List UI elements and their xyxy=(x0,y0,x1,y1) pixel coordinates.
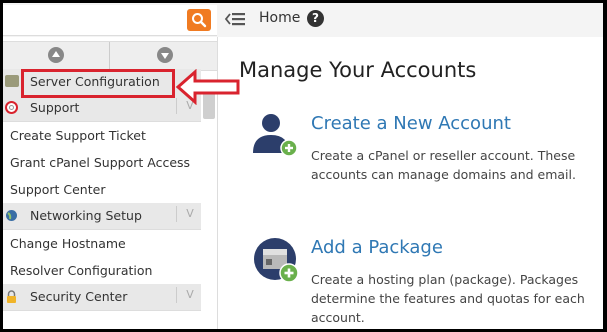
scroll-up-icon[interactable] xyxy=(48,47,64,63)
search-button[interactable] xyxy=(187,9,211,31)
sidebar-item-resolver-configuration[interactable]: Resolver Configuration xyxy=(3,257,201,284)
sidebar-section-networking[interactable]: Networking Setup V xyxy=(3,203,201,230)
sidebar-section-support[interactable]: Support V xyxy=(3,95,201,122)
page-title: Manage Your Accounts xyxy=(239,58,477,82)
sidebar-item-grant-support-access[interactable]: Grant cPanel Support Access xyxy=(3,149,201,176)
search-box xyxy=(3,5,217,36)
scroll-down-icon[interactable] xyxy=(157,47,173,63)
section-label: Networking Setup xyxy=(30,208,142,223)
sidebar-section-security[interactable]: Security Center V xyxy=(3,284,201,311)
app-frame: Home ? Server Configuration Support V Cr… xyxy=(3,3,603,329)
padlock-icon xyxy=(7,290,16,303)
highlight-annotation-box xyxy=(21,69,175,98)
support-lifebuoy-icon xyxy=(5,101,18,114)
add-user-icon xyxy=(253,114,298,157)
search-icon xyxy=(192,13,207,28)
red-arrow-annotation-icon xyxy=(175,69,240,105)
section-label: Security Center xyxy=(30,289,128,304)
chevron-down-icon[interactable]: V xyxy=(176,206,197,222)
create-account-link[interactable]: Create a New Account xyxy=(311,113,511,134)
sidebar-nav: Server Configuration Support V Create Su… xyxy=(3,69,201,311)
breadcrumb-home[interactable]: Home xyxy=(259,10,300,26)
sidebar-scroll-controls xyxy=(3,41,217,71)
section-label: Support xyxy=(30,100,80,115)
top-bar: Home ? xyxy=(3,3,603,37)
sidebar-item-support-center[interactable]: Support Center xyxy=(3,176,201,203)
sidebar-item-create-support-ticket[interactable]: Create Support Ticket xyxy=(3,122,201,149)
add-package-link[interactable]: Add a Package xyxy=(311,237,443,258)
help-icon[interactable]: ? xyxy=(307,10,324,27)
collapse-menu-icon[interactable] xyxy=(224,11,246,27)
globe-icon xyxy=(6,210,17,221)
add-package-description: Create a hosting plan (package). Package… xyxy=(311,272,585,325)
sidebar-item-change-hostname[interactable]: Change Hostname xyxy=(3,230,201,257)
divider xyxy=(109,42,110,70)
add-package-icon xyxy=(254,238,299,283)
chevron-down-icon[interactable]: V xyxy=(176,287,197,303)
server-icon xyxy=(5,75,19,87)
search-input[interactable] xyxy=(3,5,191,33)
create-account-description: Create a cPanel or reseller account. The… xyxy=(311,148,576,182)
